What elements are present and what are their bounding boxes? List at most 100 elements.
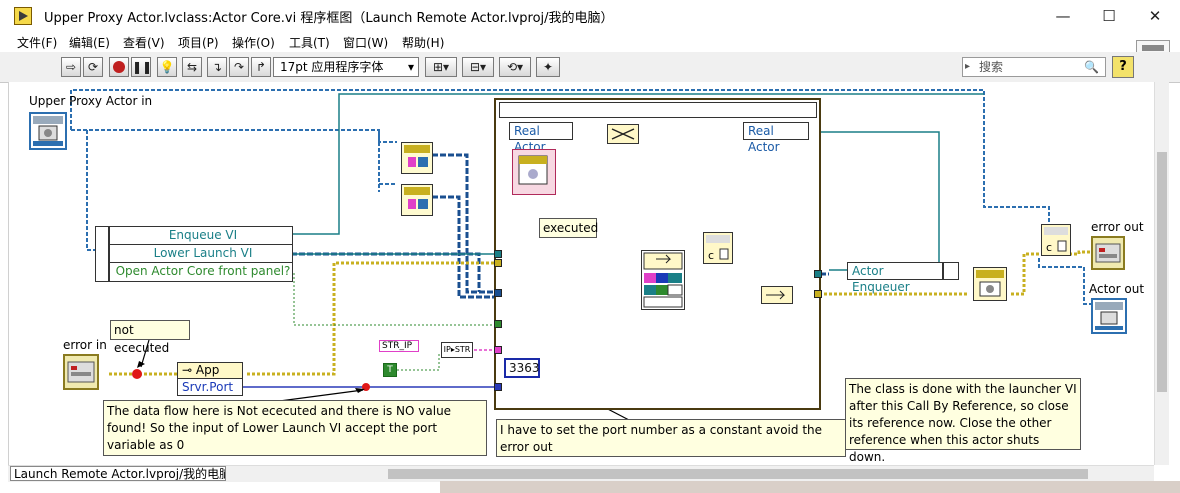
menu-tools[interactable]: 工具(T) xyxy=(289,34,330,51)
close-ref-icon: c xyxy=(706,235,730,262)
app-label: App xyxy=(195,363,220,377)
chevron-down-icon: ▾ xyxy=(407,60,414,74)
note-class-done: The class is done with the launcher VI a… xyxy=(845,378,1081,464)
probe-dot-error-in xyxy=(132,369,142,379)
maximize-button[interactable]: ☐ xyxy=(1086,0,1132,32)
align-objects-icon[interactable]: ⊞▾ xyxy=(425,57,457,77)
labview-app-icon xyxy=(14,7,32,25)
str-ip-constant[interactable]: STR_IP xyxy=(379,340,419,352)
bundle-node[interactable] xyxy=(761,286,793,304)
close-ref-icon: c xyxy=(1044,227,1068,254)
str-label: STR xyxy=(454,345,471,354)
close-reference-node-2[interactable]: c xyxy=(1041,224,1071,256)
step-over-icon[interactable]: ↷ xyxy=(229,57,249,77)
svg-text:c: c xyxy=(708,249,714,262)
note-not-executed: not ececuted xyxy=(110,320,190,355)
tunnel-out-error xyxy=(814,290,822,298)
actor-out-indicator[interactable] xyxy=(1091,298,1127,334)
ip-to-string-node[interactable]: IP▸STR xyxy=(441,342,473,358)
subvi-gear-icon xyxy=(404,187,430,209)
tunnel-bool xyxy=(494,320,502,328)
context-help-button[interactable]: ? xyxy=(1112,56,1134,78)
unbundle-by-name-node[interactable]: Enqueue VI Lower Launch VI Open Actor Co… xyxy=(109,226,293,282)
class-constant[interactable] xyxy=(512,149,556,195)
class-constant-icon xyxy=(518,155,548,185)
error-out-indicator[interactable] xyxy=(1091,236,1125,270)
menu-operate[interactable]: 操作(O) xyxy=(232,34,275,51)
run-arrow-icon[interactable]: ⇨ xyxy=(61,57,81,77)
project-context-label: Launch Remote Actor.lvproj/我的电脑 xyxy=(10,466,226,481)
search-input[interactable]: 搜索 ▸ 🔍 xyxy=(962,57,1106,77)
error-in-control[interactable] xyxy=(63,354,99,390)
subvi-node-1[interactable] xyxy=(401,142,433,174)
app-ref-icon: ⊸ xyxy=(182,363,196,377)
true-constant[interactable]: T xyxy=(383,363,397,377)
font-select[interactable]: 17pt 应用程序字体 ▾ xyxy=(273,57,419,77)
tunnel-error xyxy=(494,259,502,267)
unbundle-terminal xyxy=(95,226,109,282)
step-out-icon[interactable]: ↱ xyxy=(251,57,271,77)
actor-enqueuer-node[interactable]: Actor Enqueuer xyxy=(847,262,943,294)
app-header: ⊸ App xyxy=(178,363,242,379)
note-port-constant: I have to set the port number as a const… xyxy=(496,419,846,457)
actor-class-icon xyxy=(33,116,63,146)
real-actor-in-node[interactable]: Real Actor xyxy=(509,122,573,154)
menu-edit[interactable]: 编辑(E) xyxy=(69,34,110,51)
swap-values-node[interactable] xyxy=(607,124,639,144)
block-diagram[interactable]: Upper Proxy Actor in Enqueue VI Lower La… xyxy=(8,82,1155,465)
run-continuously-icon[interactable]: ⟳ xyxy=(83,57,103,77)
abort-icon[interactable] xyxy=(109,57,129,77)
menu-help[interactable]: 帮助(H) xyxy=(402,34,444,51)
actor-enqueuer-terminal xyxy=(943,262,959,280)
subvi-node-2[interactable] xyxy=(401,184,433,216)
unbundle-row-lower-launch-vi: Lower Launch VI xyxy=(110,245,292,263)
minimize-button[interactable]: — xyxy=(1040,0,1086,32)
unbundle-row-open-front-panel: Open Actor Core front panel? xyxy=(115,264,291,278)
close-reference-node[interactable]: c xyxy=(703,232,733,264)
structure-header xyxy=(499,102,817,118)
ip-label: IP xyxy=(443,345,451,354)
call-by-reference-icon xyxy=(643,252,683,308)
tunnel-out-ref xyxy=(814,270,822,278)
vertical-scrollbar[interactable] xyxy=(1154,82,1169,465)
note-executed: executed xyxy=(539,218,598,238)
menu-view[interactable]: 查看(V) xyxy=(123,34,165,51)
retain-wire-values-icon[interactable]: ⇆ xyxy=(182,57,202,77)
highlight-execution-icon[interactable]: 💡 xyxy=(157,57,177,77)
note-dataflow: The data flow here is Not ececuted and t… xyxy=(103,400,487,456)
toolbar: ⇨ ⟳ ❚❚ 💡 ⇆ ↴ ↷ ↱ 17pt 应用程序字体 ▾ ⊞▾ ⊟▾ ⟲▾ ✦… xyxy=(0,52,1180,83)
pause-icon[interactable]: ❚❚ xyxy=(131,57,152,77)
real-actor-out-node[interactable]: Real Actor xyxy=(743,122,809,154)
app-property-node[interactable]: ⊸ App Srvr.Port xyxy=(177,362,243,396)
svg-text:c: c xyxy=(1046,241,1052,254)
background-window-strip xyxy=(440,481,1180,493)
tunnel-int xyxy=(494,383,502,391)
tunnel-string xyxy=(494,346,502,354)
subvi-gear-icon xyxy=(404,145,430,167)
tunnel-enqueue xyxy=(494,250,502,258)
search-icon: 🔍 xyxy=(1084,60,1099,74)
menu-bar: 文件(F) 编辑(E) 查看(V) 项目(P) 操作(O) 工具(T) 窗口(W… xyxy=(0,32,1180,52)
reorder-icon[interactable]: ⟲▾ xyxy=(499,57,531,77)
menu-window[interactable]: 窗口(W) xyxy=(343,34,388,51)
horizontal-scroll-thumb[interactable] xyxy=(388,469,1088,479)
dropdown-arrow-icon: ▸ xyxy=(965,61,971,72)
upper-proxy-actor-in-control[interactable] xyxy=(29,112,67,150)
font-select-label: 17pt 应用程序字体 xyxy=(280,60,384,74)
vertical-scroll-thumb[interactable] xyxy=(1157,152,1167,392)
call-by-reference-node[interactable] xyxy=(641,250,685,310)
distribute-objects-icon[interactable]: ⊟▾ xyxy=(462,57,494,77)
search-placeholder: 搜索 xyxy=(979,60,1004,74)
menu-project[interactable]: 项目(P) xyxy=(178,34,219,51)
error-in-label: error in xyxy=(63,338,107,352)
close-button[interactable]: ✕ xyxy=(1132,0,1178,32)
step-into-icon[interactable]: ↴ xyxy=(207,57,227,77)
bundle-icon xyxy=(766,290,786,300)
actor-class-icon xyxy=(1095,302,1123,330)
port-number-constant[interactable]: 3363 xyxy=(504,358,540,378)
launch-actor-subvi[interactable] xyxy=(973,267,1007,301)
clean-up-diagram-icon[interactable]: ✦ xyxy=(536,57,560,77)
error-out-label: error out xyxy=(1091,220,1144,234)
tunnel-ref xyxy=(494,289,502,297)
menu-file[interactable]: 文件(F) xyxy=(17,34,57,51)
